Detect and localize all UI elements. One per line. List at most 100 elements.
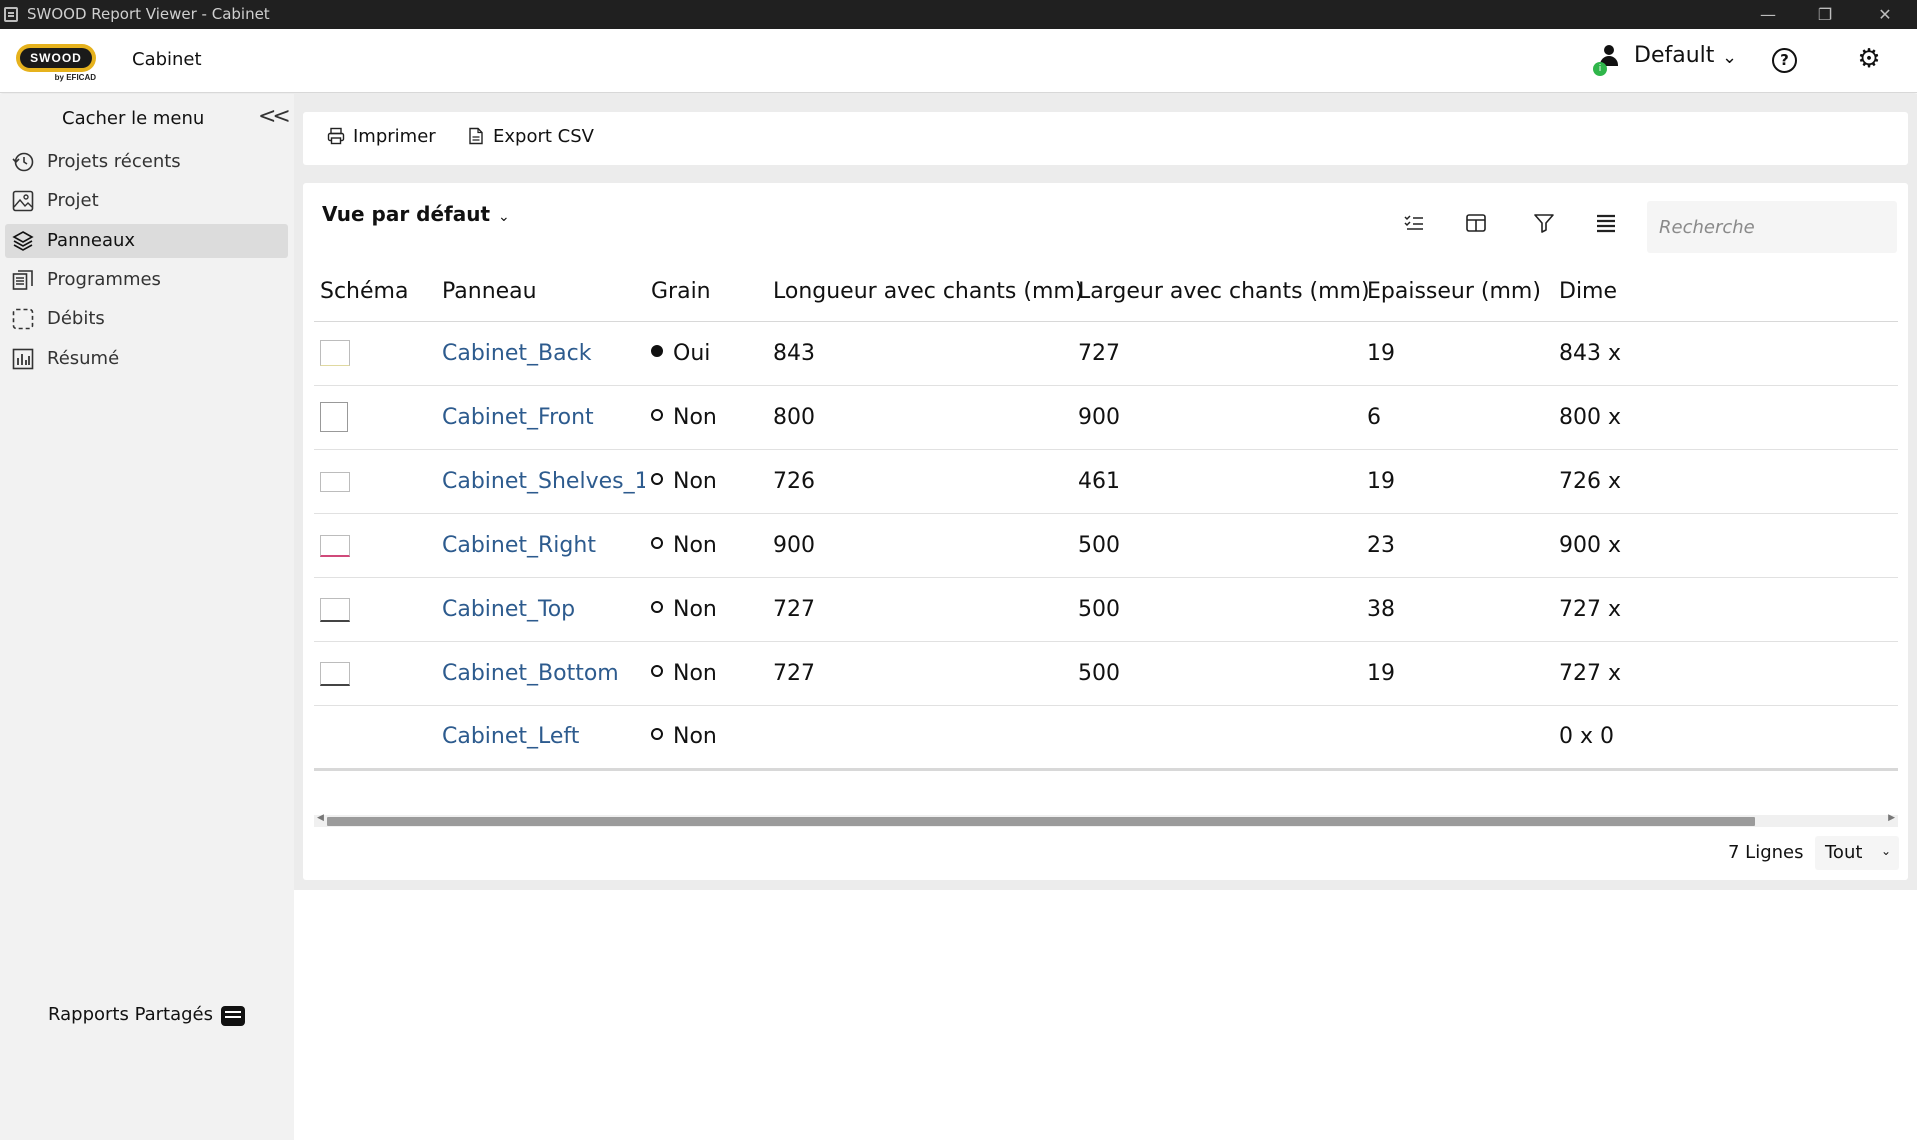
close-button[interactable]: ✕ [1862,0,1908,29]
sidebar-item-label: Programmes [47,269,161,290]
image-icon [12,190,34,212]
gear-icon[interactable]: ⚙ [1855,45,1883,73]
column-header-length[interactable]: Longueur avec chants (mm) [767,263,1083,322]
dimensions-cell: 900 x [1553,513,1898,578]
filter-icon[interactable] [1533,213,1555,233]
logo-text: SWOOD [20,48,92,68]
table-row[interactable]: Cabinet_Back Oui 843 727 19 843 x [314,321,1898,386]
table-row[interactable]: Cabinet_Left Non 0 x 0 [314,705,1898,771]
search-input[interactable] [1647,201,1897,253]
length-cell [767,705,1072,771]
chevron-down-icon: ⌄ [1880,844,1891,858]
app-icon [4,7,18,22]
panel-link[interactable]: Cabinet_Back [442,341,591,366]
restore-button[interactable]: ❐ [1802,0,1848,29]
window-title: SWOOD Report Viewer - Cabinet [27,5,270,23]
swood-logo[interactable]: SWOOD by EFICAD [16,44,96,82]
app-header: SWOOD by EFICAD Cabinet i Default ⌄ ? ⚙ [0,29,1917,93]
length-cell: 727 [767,641,1072,706]
thickness-cell: 23 [1361,513,1553,578]
density-icon[interactable] [1595,213,1617,233]
help-icon[interactable]: ? [1772,48,1797,73]
window-title-bar: SWOOD Report Viewer - Cabinet — ❐ ✕ [0,0,1917,29]
scroll-right-icon[interactable]: ▶ [1888,813,1895,823]
panel-link[interactable]: Cabinet_Front [442,405,594,430]
sidebar-item-panels[interactable]: Panneaux [5,224,288,258]
column-header-grain[interactable]: Grain [645,263,767,322]
sidebar: Cacher le menu << Projets récents Projet… [0,94,294,1140]
printer-icon [327,127,345,145]
panel-link[interactable]: Cabinet_Bottom [442,661,619,686]
columns-icon[interactable] [1465,213,1487,233]
schema-thumbnail [320,534,350,557]
sidebar-item-programs[interactable]: Programmes [5,263,288,297]
program-icon [12,270,33,290]
dimensions-cell: 843 x [1553,321,1898,386]
hide-menu-label[interactable]: Cacher le menu [62,108,204,129]
bar-chart-icon [12,348,34,370]
schema-thumbnail [320,597,350,622]
view-selector[interactable]: Vue par défaut ⌄ [322,202,510,226]
length-cell: 900 [767,513,1072,578]
column-header-panel[interactable]: Panneau [436,263,645,322]
sidebar-item-summary[interactable]: Résumé [5,342,288,376]
panels-table-card: Vue par défaut ⌄ Schéma Panneau Grain Lon… [303,183,1908,880]
row-count: 7 Lignes [1728,842,1804,863]
print-label: Imprimer [353,126,436,147]
sidebar-item-label: Projets récents [47,151,181,172]
scrollbar-thumb[interactable] [327,817,1755,826]
panel-link[interactable]: Cabinet_Left [442,724,579,749]
history-icon [12,152,34,172]
scroll-left-icon[interactable]: ◀ [317,813,324,823]
dimensions-cell: 800 x [1553,385,1898,450]
panel-link[interactable]: Cabinet_Top [442,597,575,622]
grain-value: Non [673,532,717,558]
grain-filled-icon [651,344,663,357]
grain-empty-icon [651,408,663,421]
grain-value: Non [673,596,717,622]
grain-empty-icon [651,728,663,740]
sidebar-item-cuts[interactable]: Débits [5,302,288,336]
panel-link[interactable]: Cabinet_Shelves_1_S [442,469,645,494]
rows-filter-select[interactable]: Tout ⌄ [1815,836,1899,870]
collapse-menu-icon[interactable]: << [258,104,291,129]
chevron-down-icon: ⌄ [1722,47,1738,68]
user-name: Default [1634,43,1715,68]
table-row[interactable]: Cabinet_Top Non 727 500 38 727 x [314,577,1898,642]
table-row[interactable]: Cabinet_Shelves_1_S Non 726 461 19 726 x [314,449,1898,514]
shared-reports-icon[interactable] [221,1006,245,1026]
horizontal-scrollbar[interactable]: ◀ ▶ [314,813,1898,827]
schema-thumbnail [320,340,350,366]
panels-table-container: Schéma Panneau Grain Longueur avec chant… [314,263,1898,813]
grain-value: Non [673,404,717,430]
print-button[interactable]: Imprimer [327,126,436,147]
width-cell [1072,705,1361,771]
thickness-cell: 19 [1361,641,1553,706]
width-cell: 461 [1072,449,1361,514]
sidebar-item-label: Débits [47,308,105,329]
grain-value: Non [673,468,717,494]
grain-empty-icon [651,600,663,613]
thickness-cell [1361,705,1553,771]
list-checks-icon[interactable] [1403,213,1425,233]
length-cell: 727 [767,577,1072,642]
sidebar-item-project[interactable]: Projet [5,184,288,218]
length-cell: 800 [767,385,1072,450]
sidebar-item-recent-projects[interactable]: Projets récents [5,145,288,179]
column-header-width[interactable]: Largeur avec chants (mm) [1072,263,1370,322]
column-header-thickness[interactable]: Epaisseur (mm) [1361,263,1553,322]
table-row[interactable]: Cabinet_Right Non 900 500 23 900 x [314,513,1898,578]
panel-link[interactable]: Cabinet_Right [442,533,596,558]
shared-reports-link[interactable]: Rapports Partagés [48,1004,213,1025]
table-row[interactable]: Cabinet_Front Non 800 900 6 800 x [314,385,1898,450]
dimensions-cell: 727 x [1553,641,1898,706]
thickness-cell: 6 [1361,385,1553,450]
thickness-cell: 38 [1361,577,1553,642]
schema-thumbnail [320,471,350,492]
grain-empty-icon [651,536,663,549]
export-csv-button[interactable]: Export CSV [467,126,594,147]
column-header-schema[interactable]: Schéma [314,263,436,322]
minimize-button[interactable]: — [1745,0,1791,29]
column-header-dimensions[interactable]: Dime [1553,263,1898,322]
table-row[interactable]: Cabinet_Bottom Non 727 500 19 727 x [314,641,1898,706]
